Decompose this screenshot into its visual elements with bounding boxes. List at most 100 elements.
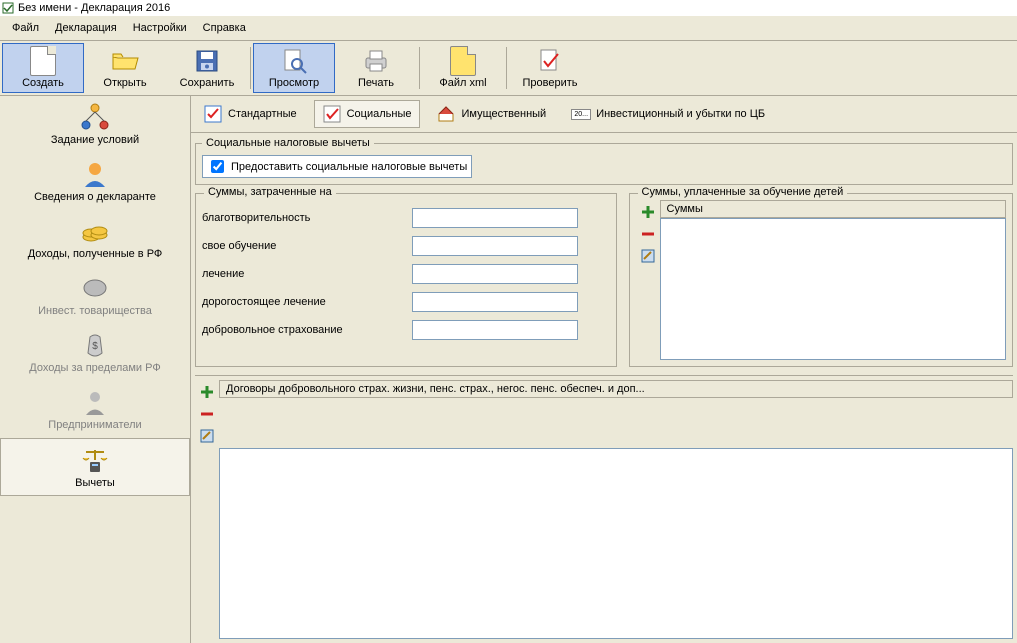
social-deductions-panel: Социальные налоговые вычеты Предоставить… [195,137,1013,185]
toolbar-create-button[interactable]: Создать [2,43,84,93]
sidebar-item-invest[interactable]: Инвест. товарищества [0,267,190,324]
provide-label: Предоставить социальные налоговые вычеты [231,161,467,173]
charity-input[interactable] [412,208,578,228]
add-button[interactable] [640,204,656,220]
children-education-group: Суммы, уплаченные за обучение детей Сумм… [629,193,1013,367]
toolbar-open-button[interactable]: Открыть [84,43,166,93]
app-icon [2,2,14,14]
spent-on-group: Суммы, затраченные на благотворительност… [195,193,617,367]
toolbar-xml-button[interactable]: Файл xml [422,43,504,93]
contracts-list-header[interactable]: Договоры добровольного страх. жизни, пен… [219,380,1013,398]
sidebar-item-deductions[interactable]: Вычеты [0,438,190,496]
children-list-header[interactable]: Суммы [660,200,1006,218]
sidebar-label: Вычеты [75,477,115,489]
children-education-title: Суммы, уплаченные за обучение детей [638,186,848,198]
sidebar-label: Задание условий [51,134,139,146]
insurance-label: добровольное страхование [202,324,402,336]
provide-checkbox-input[interactable] [211,160,224,173]
menu-file[interactable]: Файл [4,18,47,38]
checkbox-red-icon [323,105,341,123]
insurance-input[interactable] [412,320,578,340]
tab-label: Стандартные [228,108,297,120]
sidebar-item-entrepreneurs[interactable]: Предприниматели [0,381,190,438]
menu-settings[interactable]: Настройки [125,18,195,38]
provide-social-checkbox[interactable]: Предоставить социальные налоговые вычеты [202,155,472,178]
tab-investment[interactable]: 20... Инвестиционный и убытки по ЦБ [563,100,774,128]
toolbar-print-label: Печать [358,77,394,89]
main-toolbar: Создать Открыть Сохранить Просмотр Печат… [0,41,1017,96]
contracts-list-buttons [195,380,219,448]
window-titlebar: Без имени - Декларация 2016 [0,0,1017,16]
treatment-input[interactable] [412,264,578,284]
sidebar: Задание условий Сведения о декларанте До… [0,96,191,643]
printer-icon [362,47,390,75]
coins-icon [80,216,110,246]
save-icon [193,47,221,75]
sidebar-label: Инвест. товарищества [38,305,152,317]
menu-declaration[interactable]: Декларация [47,18,125,38]
toolbar-save-button[interactable]: Сохранить [166,43,248,93]
treatment-label: лечение [202,268,402,280]
xml-file-icon [449,47,477,75]
toolbar-open-label: Открыть [103,77,146,89]
toolbar-save-label: Сохранить [180,77,235,89]
checklist-icon [204,105,222,123]
tab-label: Имущественный [461,108,546,120]
charity-label: благотворительность [202,212,402,224]
expensive-treatment-label: дорогостоящее лечение [202,296,402,308]
sidebar-label: Доходы, полученные в РФ [28,248,163,260]
sidebar-label: Доходы за пределами РФ [29,362,160,374]
education-input[interactable] [412,236,578,256]
house-icon [437,105,455,123]
expensive-treatment-input[interactable] [412,292,578,312]
check-file-icon [536,47,564,75]
new-file-icon [29,47,57,75]
svg-text:$: $ [92,341,98,352]
contracts-group: Договоры добровольного страх. жизни, пен… [195,375,1013,639]
edit-button[interactable] [640,248,656,264]
sidebar-item-income-abroad[interactable]: $ Доходы за пределами РФ [0,324,190,381]
sidebar-item-declarant[interactable]: Сведения о декларанте [0,153,190,210]
contracts-list-body[interactable] [219,448,1013,639]
sidebar-label: Сведения о декларанте [34,191,156,203]
toolbar-check-button[interactable]: Проверить [509,43,591,93]
sidebar-item-income-rf[interactable]: Доходы, полученные в РФ [0,210,190,267]
main-area: Задание условий Сведения о декларанте До… [0,96,1017,643]
children-list-body[interactable] [660,218,1006,360]
sidebar-label: Предприниматели [48,419,141,431]
tab-property[interactable]: Имущественный [428,100,555,128]
window-title: Без имени - Декларация 2016 [18,2,170,14]
tab-label: Социальные [347,108,412,120]
panel-title: Социальные налоговые вычеты [202,137,374,149]
sidebar-item-conditions[interactable]: Задание условий [0,96,190,153]
deduction-tabbar: Стандартные Социальные Имущественный 20.… [191,96,1017,133]
add-button[interactable] [199,384,215,400]
toolbar-view-button[interactable]: Просмотр [253,43,335,93]
businessman-icon [80,387,110,417]
menubar: Файл Декларация Настройки Справка [0,16,1017,41]
toolbar-print-button[interactable]: Печать [335,43,417,93]
toolbar-xml-label: Файл xml [439,77,486,89]
remove-button[interactable] [640,226,656,242]
person-icon [80,159,110,189]
tab-standard[interactable]: Стандартные [195,100,306,128]
edit-button[interactable] [199,428,215,444]
toolbar-check-label: Проверить [522,77,577,89]
year-badge-icon: 20... [572,105,590,123]
education-label: свое обучение [202,240,402,252]
content-area: Стандартные Социальные Имущественный 20.… [191,96,1017,643]
toolbar-create-label: Создать [22,77,64,89]
tab-label: Инвестиционный и убытки по ЦБ [596,108,765,120]
moneybag-icon: $ [80,330,110,360]
handshake-icon [80,273,110,303]
menu-help[interactable]: Справка [195,18,254,38]
scale-calc-icon [80,445,110,475]
spent-on-title: Суммы, затраченные на [204,186,336,198]
toolbar-view-label: Просмотр [269,77,319,89]
preview-icon [280,47,308,75]
remove-button[interactable] [199,406,215,422]
amounts-columns: Суммы, затраченные на благотворительност… [191,189,1017,371]
open-folder-icon [111,47,139,75]
conditions-icon [80,102,110,132]
tab-social[interactable]: Социальные [314,100,421,128]
